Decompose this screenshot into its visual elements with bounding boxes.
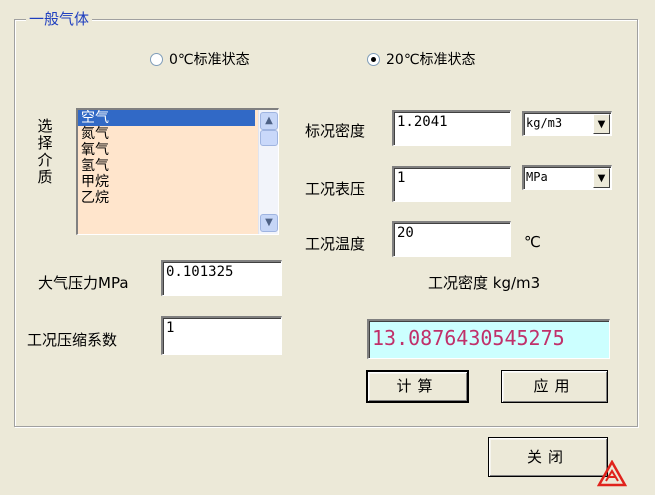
gauge-pressure-unit: MPa	[526, 170, 548, 184]
radio-0c-label: 0℃标准状态	[169, 52, 250, 68]
work-density-result: 13.0876430545275	[367, 319, 610, 359]
list-item[interactable]: 氮气	[78, 126, 255, 142]
gauge-pressure-unit-select[interactable]: MPa ▼	[522, 165, 612, 190]
gauge-pressure-label: 工况表压	[305, 180, 366, 198]
chevron-down-icon[interactable]: ▼	[593, 168, 610, 188]
medium-list-items: 空气 氮气 氧气 氢气 甲烷 乙烷	[78, 110, 278, 206]
apply-button[interactable]: 应用	[501, 370, 608, 403]
scroll-down-icon[interactable]: ▼	[260, 214, 278, 232]
std-density-input[interactable]: 1.2041	[392, 110, 511, 146]
work-temperature-label: 工况温度	[305, 235, 366, 253]
work-temperature-input[interactable]: 20	[392, 221, 511, 257]
scroll-thumb[interactable]	[260, 130, 278, 146]
medium-listbox[interactable]: 空气 氮气 氧气 氢气 甲烷 乙烷 ▲ ▼	[76, 108, 279, 235]
chevron-down-icon[interactable]: ▼	[593, 114, 610, 134]
work-density-label: 工况密度 kg/m3	[428, 274, 541, 292]
medium-label-text: 选择介质	[37, 117, 53, 186]
compress-factor-input[interactable]: 1	[161, 316, 282, 355]
radio-20c-label: 20℃标准状态	[386, 52, 476, 68]
work-temperature-unit: ℃	[524, 233, 541, 251]
close-button[interactable]: 关闭	[488, 437, 608, 477]
medium-label: 选择介质	[37, 118, 55, 186]
radio-0c-standard[interactable]: 0℃标准状态	[150, 49, 250, 69]
atm-pressure-input[interactable]: 0.101325	[161, 260, 282, 296]
std-density-unit-select[interactable]: kg/m3 ▼	[522, 111, 612, 136]
group-title: 一般气体	[26, 9, 93, 29]
logo-icon	[597, 460, 627, 487]
listbox-scrollbar[interactable]: ▲ ▼	[258, 110, 278, 234]
atm-pressure-label: 大气压力MPa	[38, 274, 129, 292]
list-item[interactable]: 氧气	[78, 142, 255, 158]
std-density-unit: kg/m3	[526, 116, 563, 130]
radio-20c-circle[interactable]	[367, 52, 380, 66]
calculate-button[interactable]: 计算	[366, 370, 469, 403]
radio-20c-standard[interactable]: 20℃标准状态	[367, 49, 476, 69]
compress-factor-label: 工况压缩系数	[27, 331, 118, 349]
gauge-pressure-input[interactable]: 1	[392, 166, 511, 202]
list-item[interactable]: 甲烷	[78, 174, 255, 190]
radio-0c-circle[interactable]	[150, 52, 163, 66]
std-density-label: 标况密度	[305, 122, 366, 140]
list-item[interactable]: 空气	[78, 110, 255, 126]
scroll-up-icon[interactable]: ▲	[260, 112, 278, 130]
list-item[interactable]: 乙烷	[78, 190, 255, 206]
list-item[interactable]: 氢气	[78, 158, 255, 174]
